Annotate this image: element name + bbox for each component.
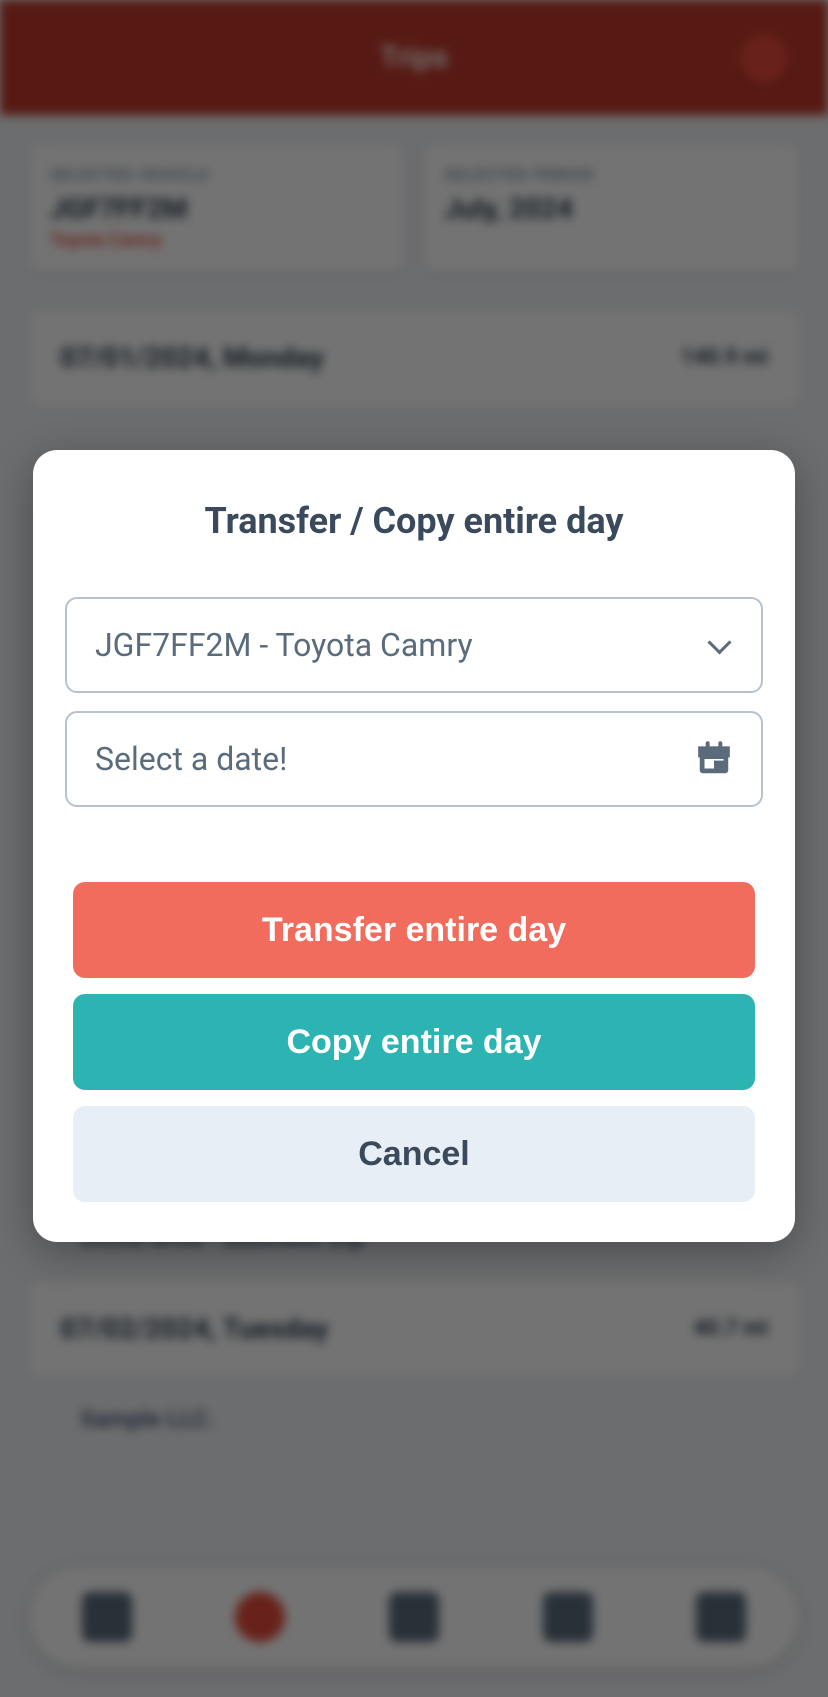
transfer-copy-modal: Transfer / Copy entire day JGF7FF2M - To… [33, 450, 795, 1242]
copy-button[interactable]: Copy entire day [73, 994, 755, 1090]
cancel-button[interactable]: Cancel [73, 1106, 755, 1202]
vehicle-dropdown[interactable]: JGF7FF2M - Toyota Camry [65, 597, 763, 693]
modal-overlay[interactable]: Transfer / Copy entire day JGF7FF2M - To… [0, 0, 828, 1697]
modal-title: Transfer / Copy entire day [65, 500, 763, 542]
date-picker-placeholder: Select a date! [95, 740, 287, 778]
date-picker[interactable]: Select a date! [65, 711, 763, 807]
vehicle-dropdown-value: JGF7FF2M - Toyota Camry [95, 626, 473, 664]
transfer-button[interactable]: Transfer entire day [73, 882, 755, 978]
chevron-down-icon [707, 632, 733, 658]
calendar-icon [695, 740, 733, 778]
